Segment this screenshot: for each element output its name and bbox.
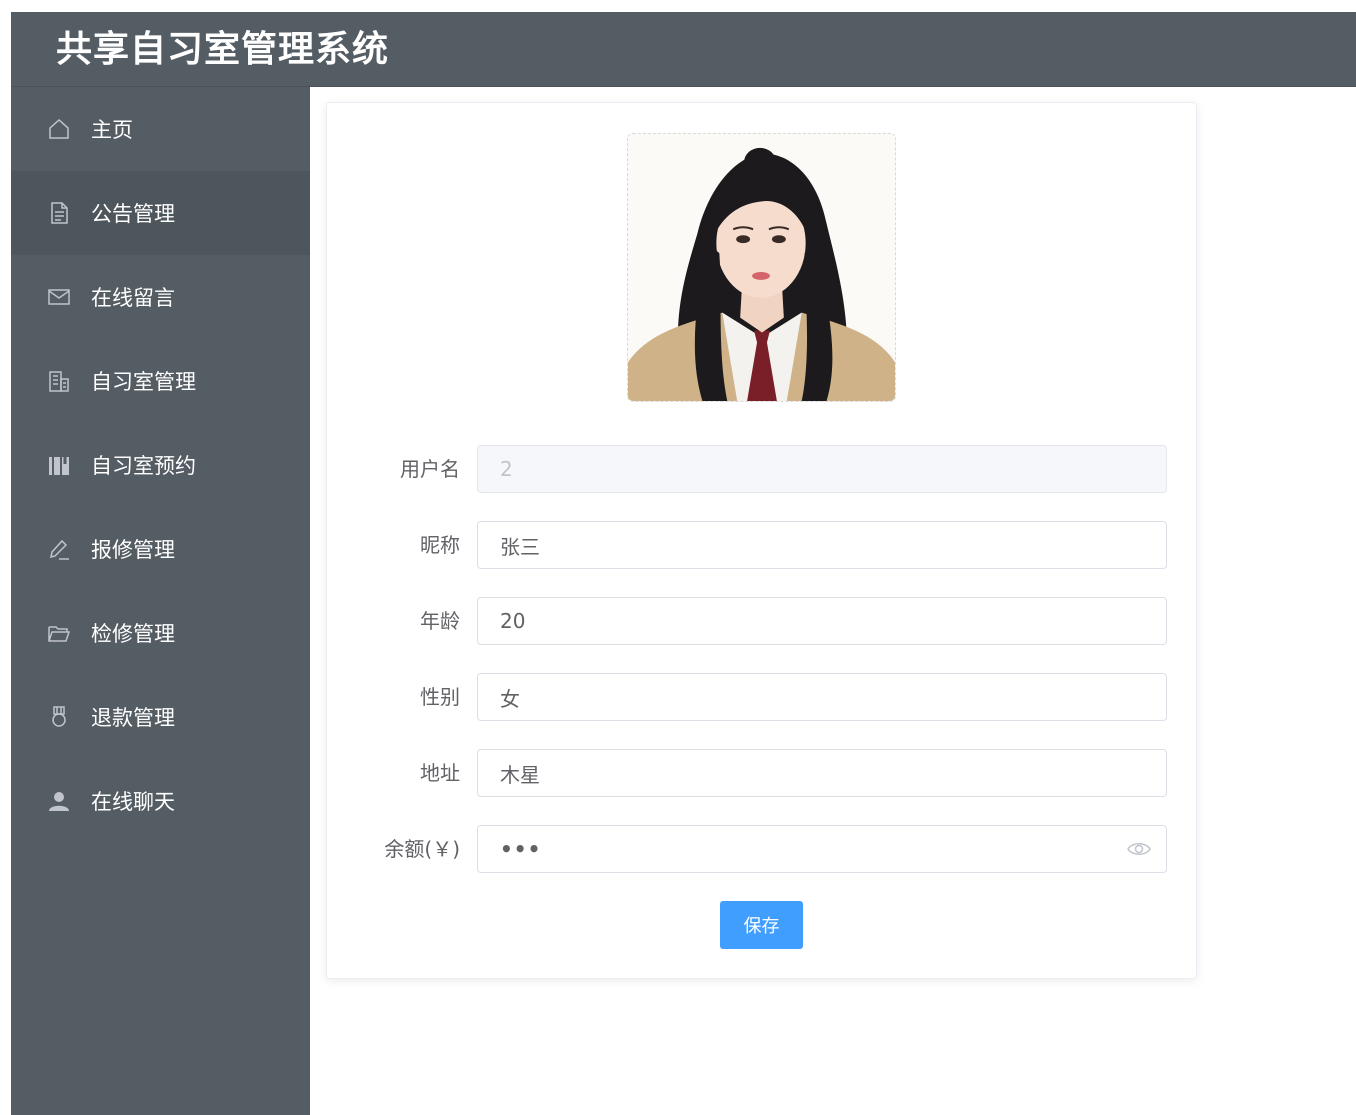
age-field[interactable] <box>477 597 1167 645</box>
medal-icon <box>47 705 71 729</box>
profile-card: 用户名 昵称 年龄 性别 地址 余额(￥) <box>326 102 1197 979</box>
username-field <box>477 445 1167 493</box>
office-building-icon <box>47 369 71 393</box>
form-row-username: 用户名 <box>327 445 1198 493</box>
age-label: 年龄 <box>420 609 460 633</box>
gender-label: 性别 <box>420 685 460 709</box>
nickname-label: 昵称 <box>420 533 460 557</box>
sidebar: 主页 公告管理 在线留言 自习室管理 自习室预约 报修管理 检修管理 退款管理 … <box>11 87 310 1115</box>
avatar-photo <box>628 134 895 401</box>
sidebar-item-label: 公告管理 <box>91 202 175 226</box>
balance-label: 余额(￥) <box>384 837 460 861</box>
save-button[interactable]: 保存 <box>720 901 803 949</box>
sidebar-item-maintenance[interactable]: 检修管理 <box>11 591 310 675</box>
sidebar-item-home[interactable]: 主页 <box>11 87 310 171</box>
main-content: 用户名 昵称 年龄 性别 地址 余额(￥) <box>310 87 1356 1115</box>
sidebar-item-label: 在线留言 <box>91 286 175 310</box>
app-root: 共享自习室管理系统 主页 公告管理 在线留言 自习室管理 自习室预约 报修管理 … <box>11 12 1356 1115</box>
form-row-address: 地址 <box>327 749 1198 797</box>
sidebar-item-label: 报修管理 <box>91 538 175 562</box>
sidebar-item-label: 在线聊天 <box>91 790 175 814</box>
nickname-field[interactable] <box>477 521 1167 569</box>
user-solid-icon <box>47 789 71 813</box>
gender-field[interactable] <box>477 673 1167 721</box>
form-row-nickname: 昵称 <box>327 521 1198 569</box>
reading-icon <box>47 453 71 477</box>
sidebar-item-label: 自习室管理 <box>91 370 196 394</box>
username-label: 用户名 <box>400 457 460 481</box>
sidebar-item-label: 自习室预约 <box>91 454 196 478</box>
document-icon <box>47 201 71 225</box>
sidebar-item-room[interactable]: 自习室管理 <box>11 339 310 423</box>
sidebar-item-label: 退款管理 <box>91 706 175 730</box>
app-title: 共享自习室管理系统 <box>56 29 390 70</box>
eye-icon[interactable] <box>1127 838 1151 860</box>
form-row-gender: 性别 <box>327 673 1198 721</box>
message-icon <box>47 285 71 309</box>
avatar-uploader[interactable] <box>627 133 896 402</box>
folder-opened-icon <box>47 621 71 645</box>
form-row-age: 年龄 <box>327 597 1198 645</box>
sidebar-item-repair[interactable]: 报修管理 <box>11 507 310 591</box>
balance-field[interactable] <box>477 825 1167 873</box>
top-header: 共享自习室管理系统 <box>11 12 1356 87</box>
sidebar-item-notice[interactable]: 公告管理 <box>11 171 310 255</box>
address-label: 地址 <box>420 761 460 785</box>
home-icon <box>47 117 71 141</box>
sidebar-item-reservation[interactable]: 自习室预约 <box>11 423 310 507</box>
address-field[interactable] <box>477 749 1167 797</box>
sidebar-item-label: 主页 <box>91 118 133 142</box>
edit-pen-icon <box>47 537 71 561</box>
sidebar-item-refund[interactable]: 退款管理 <box>11 675 310 759</box>
sidebar-item-chat[interactable]: 在线聊天 <box>11 759 310 843</box>
sidebar-item-message[interactable]: 在线留言 <box>11 255 310 339</box>
sidebar-item-label: 检修管理 <box>91 622 175 646</box>
form-row-balance: 余额(￥) <box>327 825 1198 873</box>
